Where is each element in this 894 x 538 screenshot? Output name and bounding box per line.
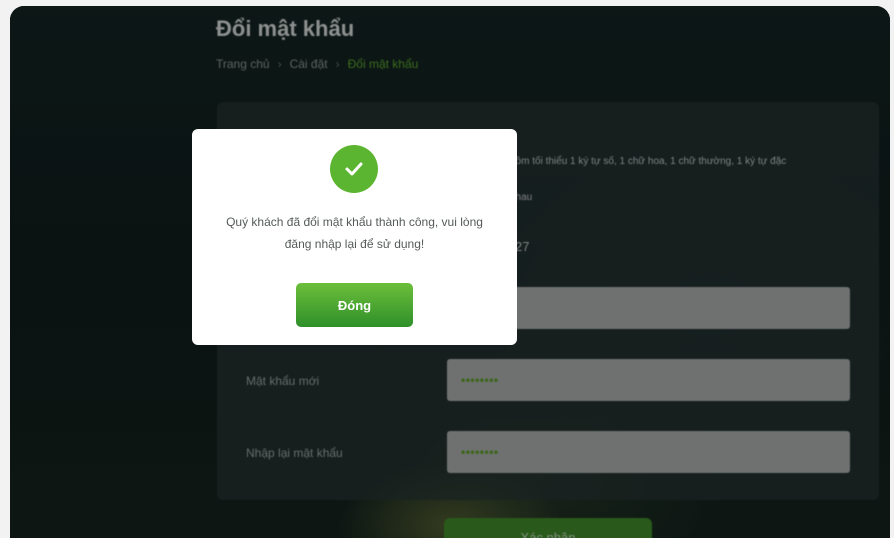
close-button[interactable]: Đóng bbox=[296, 283, 413, 327]
app-window: Đổi mật khẩu Trang chủ › Cài đặt › Đổi m… bbox=[10, 6, 890, 538]
success-message: Quý khách đã đổi mật khẩu thành công, vu… bbox=[226, 215, 483, 251]
check-icon bbox=[330, 145, 378, 193]
success-dialog: Quý khách đã đổi mật khẩu thành công, vu… bbox=[192, 129, 517, 345]
